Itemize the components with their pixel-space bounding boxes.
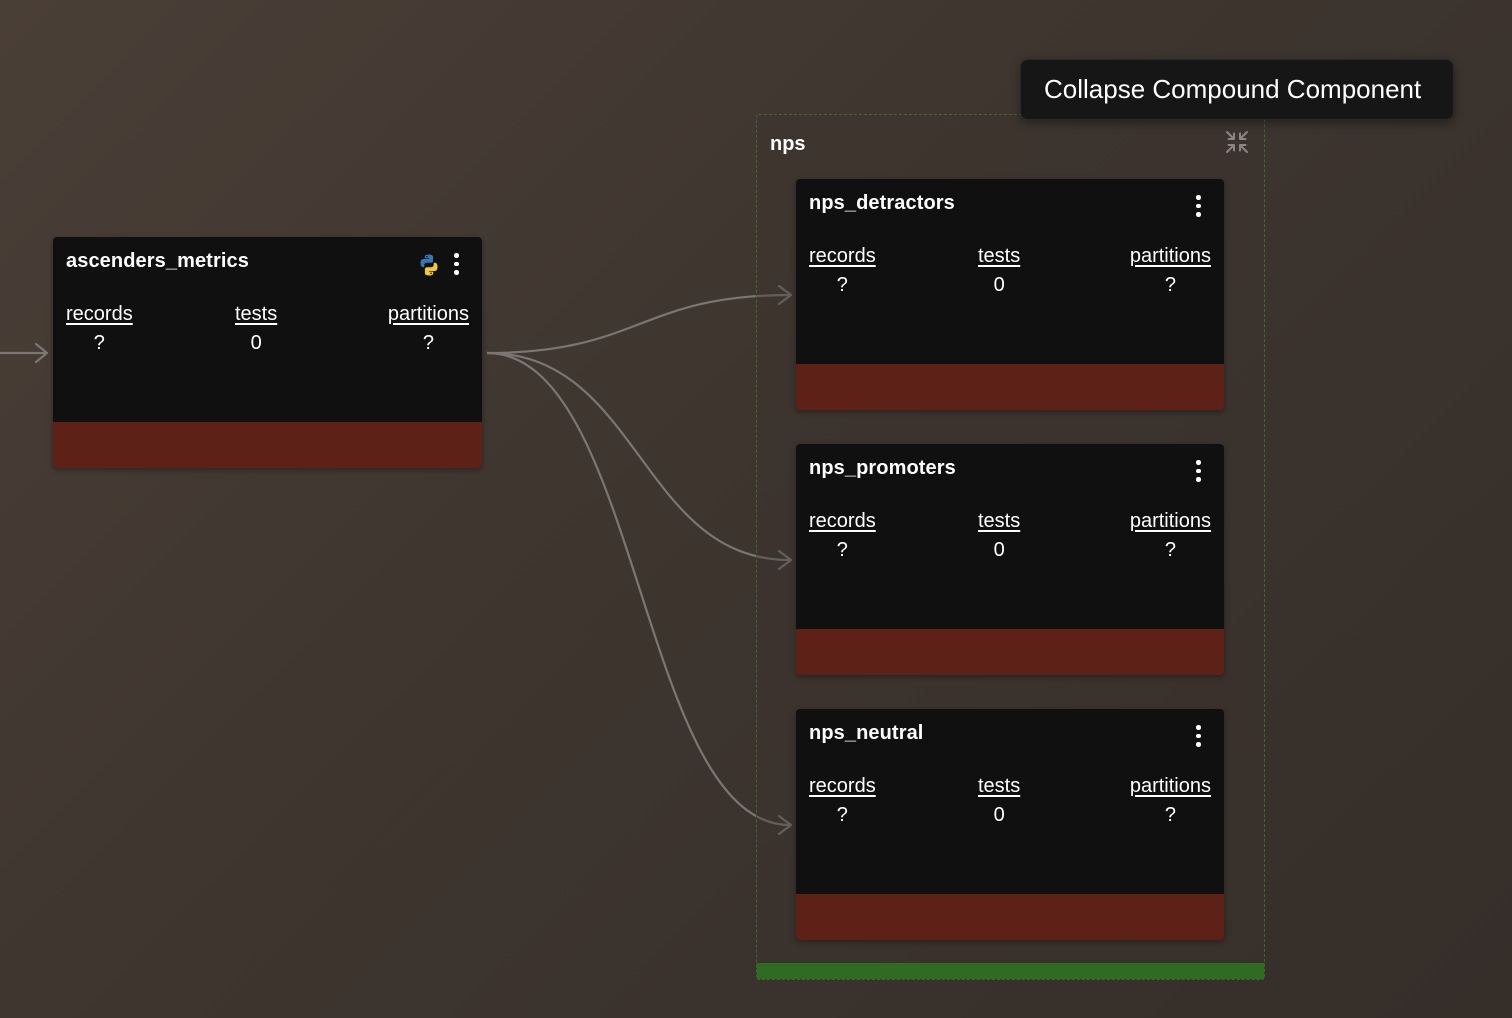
records-value: ?	[93, 332, 105, 354]
python-icon	[420, 254, 438, 276]
node-nps-promoters[interactable]: nps_promoters records ? tests 0 partitio…	[796, 444, 1224, 675]
node-menu-kebab-icon[interactable]	[1193, 194, 1203, 218]
records-value: ?	[836, 539, 848, 561]
tests-value: 0	[993, 274, 1005, 296]
tests-link[interactable]: tests	[978, 775, 1020, 798]
node-title: nps_neutral	[809, 722, 924, 744]
node-status-bar	[796, 894, 1224, 940]
node-metrics: records ? tests 0 partitions ?	[809, 775, 1211, 835]
tooltip-text: Collapse Compound Component	[1044, 74, 1422, 104]
tests-value: 0	[250, 332, 262, 354]
records-link[interactable]: records	[809, 245, 876, 268]
partitions-link[interactable]: partitions	[1130, 775, 1211, 798]
edge-to-nps-neutral[interactable]	[486, 351, 791, 827]
metric-partitions: partitions ?	[1130, 245, 1211, 297]
node-nps-neutral[interactable]: nps_neutral records ? tests 0 partitions…	[796, 709, 1224, 940]
metric-partitions: partitions ?	[1130, 510, 1211, 562]
metric-tests: tests 0	[978, 510, 1020, 562]
node-title: nps_promoters	[809, 457, 956, 479]
node-title: ascenders_metrics	[66, 250, 249, 272]
partitions-link[interactable]: partitions	[388, 303, 469, 326]
compound-title: nps	[770, 133, 806, 155]
node-menu-kebab-icon[interactable]	[1193, 459, 1203, 483]
partitions-value: ?	[422, 332, 434, 354]
node-nps-detractors[interactable]: nps_detractors records ? tests 0 partiti…	[796, 179, 1224, 410]
node-menu-kebab-icon[interactable]	[1193, 724, 1203, 748]
tests-value: 0	[993, 539, 1005, 561]
tests-value: 0	[993, 804, 1005, 826]
tests-link[interactable]: tests	[978, 510, 1020, 533]
node-status-bar	[53, 422, 482, 468]
records-link[interactable]: records	[809, 775, 876, 798]
collapse-arrows-icon[interactable]	[1224, 129, 1250, 155]
partitions-link[interactable]: partitions	[1130, 510, 1211, 533]
metric-tests: tests 0	[235, 303, 277, 355]
node-metrics: records ? tests 0 partitions ?	[66, 303, 469, 363]
metric-records: records ?	[809, 510, 876, 562]
metric-partitions: partitions ?	[388, 303, 469, 355]
partitions-value: ?	[1164, 274, 1176, 296]
collapse-tooltip: Collapse Compound Component	[1020, 59, 1454, 120]
node-status-bar	[796, 364, 1224, 410]
node-menu-kebab-icon[interactable]	[451, 252, 461, 276]
metric-records: records ?	[809, 245, 876, 297]
partitions-link[interactable]: partitions	[1130, 245, 1211, 268]
metric-records: records ?	[809, 775, 876, 827]
node-metrics: records ? tests 0 partitions ?	[809, 245, 1211, 305]
tests-link[interactable]: tests	[978, 245, 1020, 268]
edge-to-nps-detractors[interactable]	[486, 293, 791, 355]
edge-incoming-arrowhead	[34, 342, 49, 364]
node-ascenders-metrics[interactable]: ascenders_metrics records ? tests 0 part…	[53, 237, 482, 468]
metric-partitions: partitions ?	[1130, 775, 1211, 827]
node-status-bar	[796, 629, 1224, 675]
metric-tests: tests 0	[978, 245, 1020, 297]
node-title: nps_detractors	[809, 192, 955, 214]
records-link[interactable]: records	[809, 510, 876, 533]
metric-records: records ?	[66, 303, 133, 355]
tests-link[interactable]: tests	[235, 303, 277, 326]
compound-status-bar	[757, 963, 1264, 979]
partitions-value: ?	[1164, 539, 1176, 561]
metric-tests: tests 0	[978, 775, 1020, 827]
records-link[interactable]: records	[66, 303, 133, 326]
edge-to-nps-promoters[interactable]	[486, 351, 791, 562]
node-metrics: records ? tests 0 partitions ?	[809, 510, 1211, 570]
records-value: ?	[836, 804, 848, 826]
partitions-value: ?	[1164, 804, 1176, 826]
records-value: ?	[836, 274, 848, 296]
